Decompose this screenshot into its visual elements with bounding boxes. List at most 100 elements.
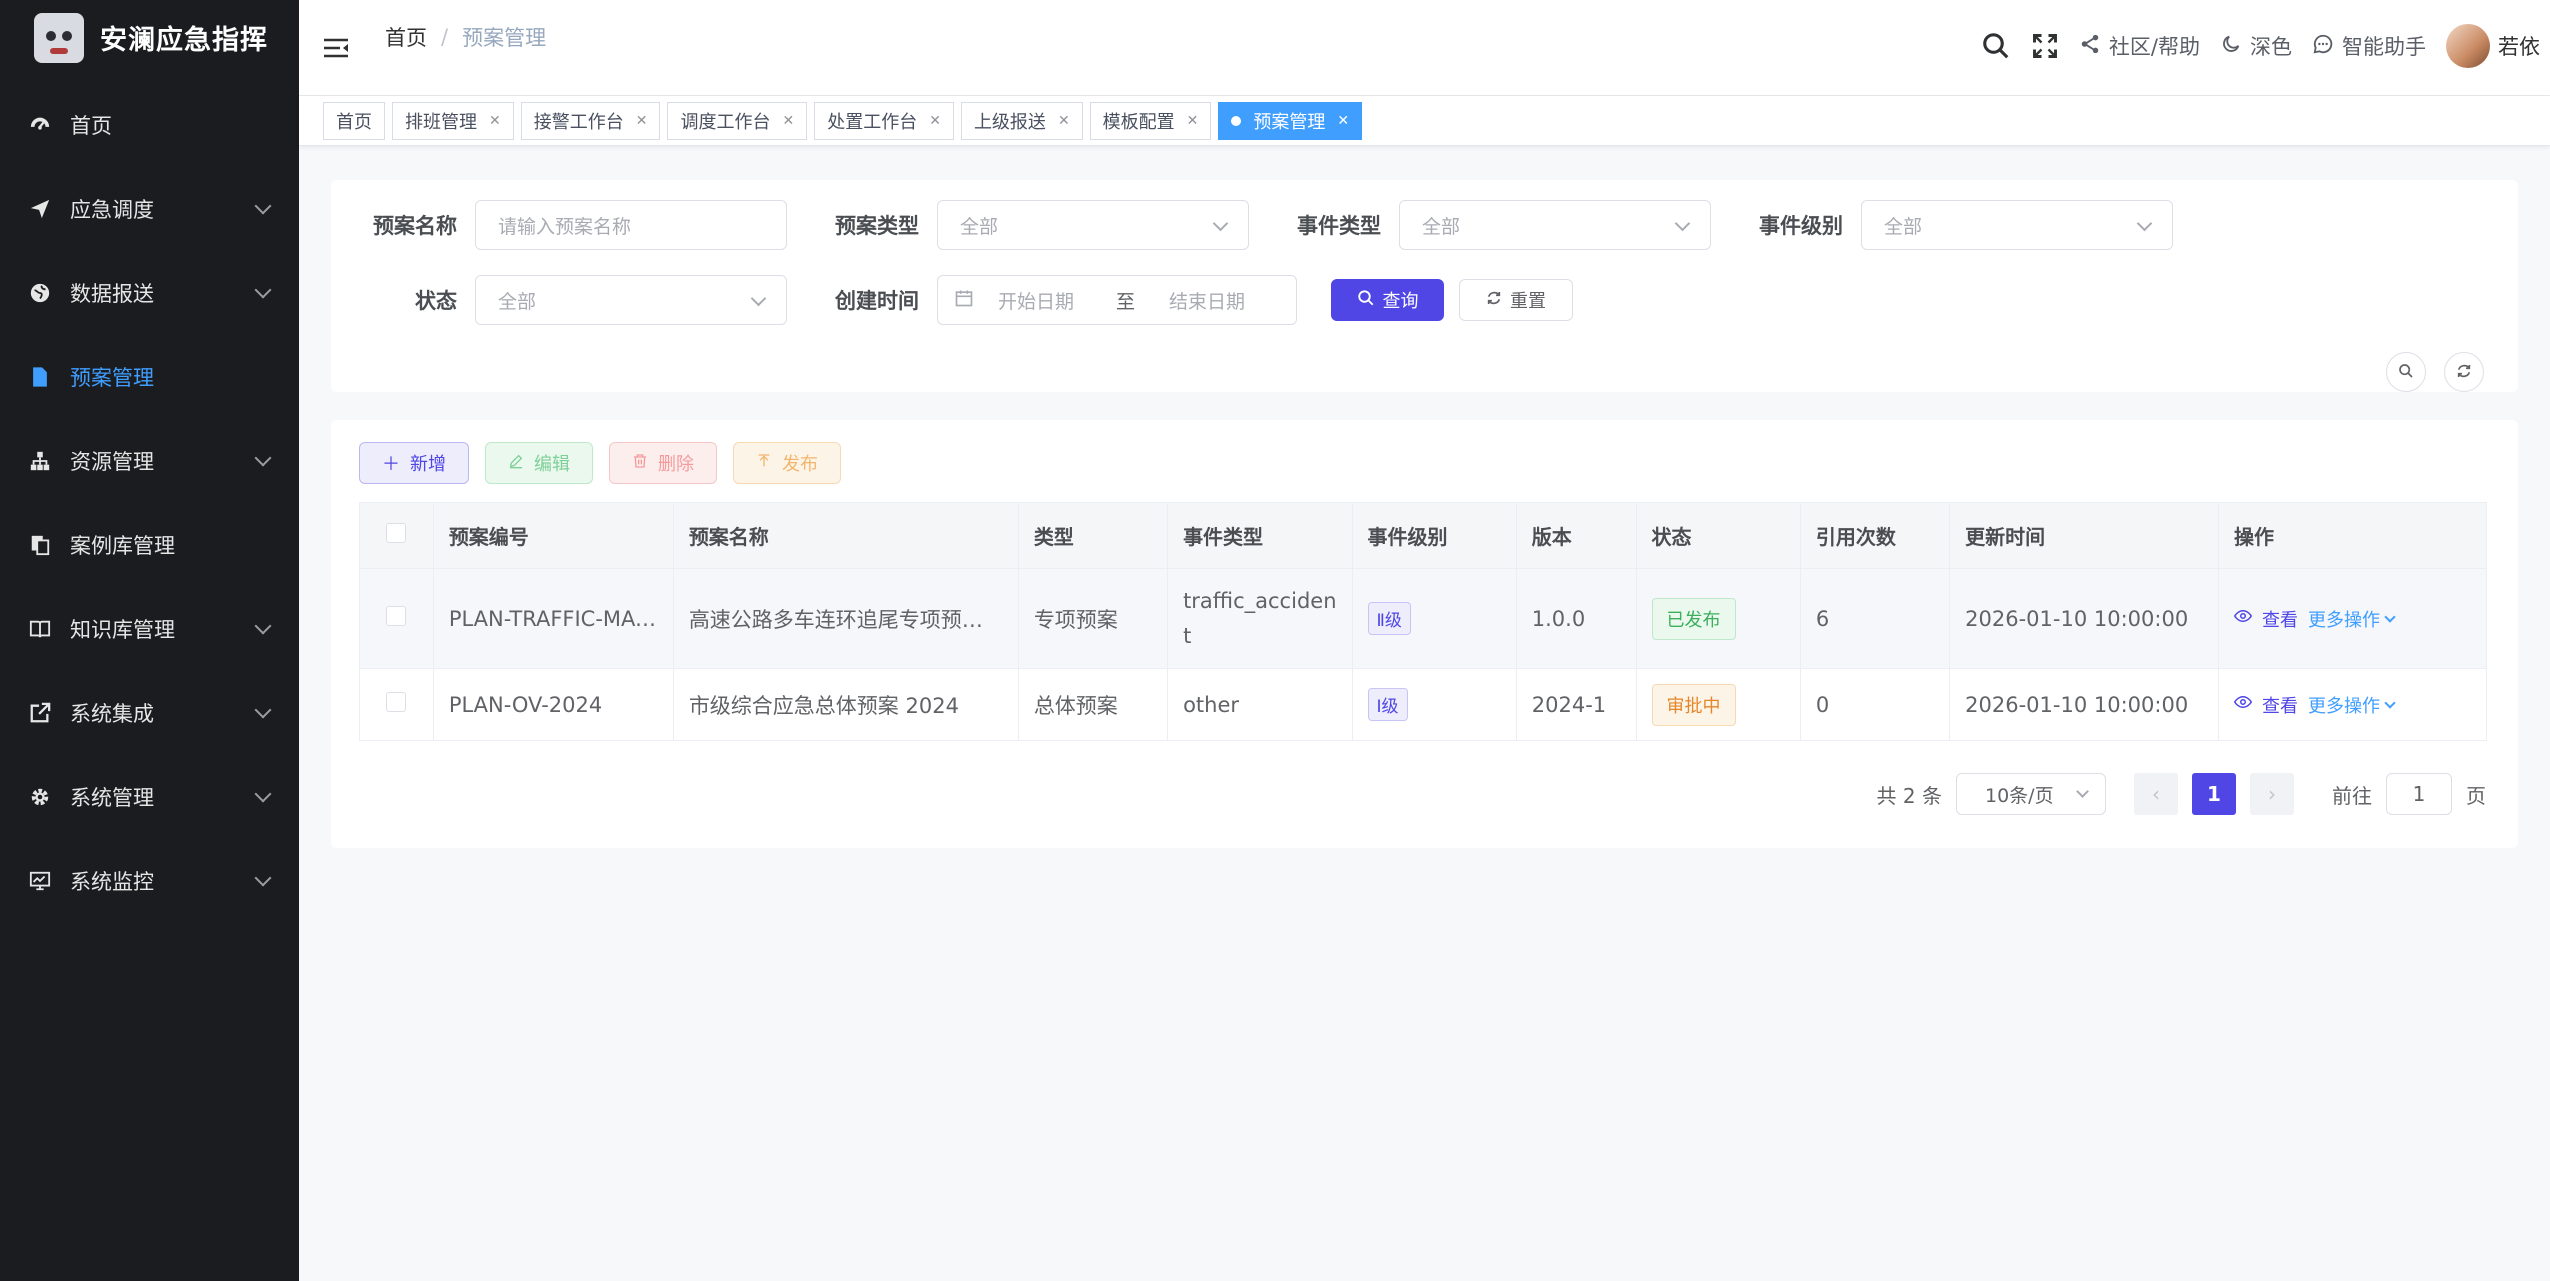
community-help-link[interactable]: 社区/帮助 (2079, 31, 2200, 61)
tab-plan-management[interactable]: 预案管理 ✕ (1218, 101, 1363, 140)
close-icon[interactable]: ✕ (1337, 113, 1349, 129)
book-icon (28, 617, 52, 641)
row-checkbox[interactable] (386, 606, 407, 626)
next-page-button[interactable]: › (2250, 773, 2294, 815)
sidebar-item-label: 案例库管理 (70, 534, 175, 558)
sidebar-item-resources[interactable]: 资源管理 (0, 419, 299, 503)
plan-name-cell: 市级综合应急总体预案 2024 (672, 668, 1019, 741)
add-button[interactable]: ＋ 新增 (359, 442, 469, 484)
page-size-select[interactable]: 10条/页 (1956, 773, 2106, 815)
row-select-cell (359, 668, 434, 741)
date-range-picker[interactable]: 开始日期 至 结束日期 (937, 275, 1297, 325)
select-all-checkbox[interactable] (386, 523, 407, 543)
event-level-select[interactable]: 全部 (1861, 200, 2173, 250)
column-header[interactable]: 状态 (1635, 502, 1801, 569)
goto-page-input[interactable]: 1 (2386, 773, 2452, 815)
search-form: 预案名称 请输入预案名称 预案类型 全部 事件类型 全部 事件级别 全部 状态 … (331, 180, 2518, 392)
plan-code-cell: PLAN-TRAFFIC-MA-... (432, 568, 674, 669)
column-header[interactable]: 预案名称 (672, 502, 1019, 569)
more-actions-dropdown[interactable]: 更多操作 (2308, 606, 2396, 632)
refresh-table-button[interactable] (2444, 352, 2484, 392)
close-icon[interactable]: ✕ (1187, 113, 1199, 129)
more-actions-dropdown[interactable]: 更多操作 (2308, 692, 2396, 718)
tab-label: 接警工作台 (533, 111, 624, 133)
query-button[interactable]: 查询 (1331, 279, 1444, 321)
tab-template-config[interactable]: 模板配置 ✕ (1089, 101, 1212, 140)
share-icon (2079, 33, 2101, 60)
plan-code-cell: PLAN-OV-2024 (432, 668, 674, 741)
app-logo (34, 12, 84, 63)
edit-button[interactable]: 编辑 (485, 442, 593, 484)
plan-name-input[interactable]: 请输入预案名称 (475, 200, 787, 250)
column-header[interactable]: 类型 (1017, 502, 1169, 569)
select-all-cell (359, 502, 434, 569)
tab-scheduling[interactable]: 排班管理 ✕ (392, 101, 514, 140)
reset-button[interactable]: 重置 (1459, 279, 1573, 321)
search-icon[interactable] (1981, 31, 2011, 61)
sidebar-item-label: 预案管理 (70, 366, 154, 390)
column-header[interactable]: 引用次数 (1799, 502, 1951, 569)
sidebar-item-data-report[interactable]: 数据报送 (0, 251, 299, 335)
breadcrumb-home[interactable]: 首页 (385, 22, 427, 52)
prev-page-button[interactable]: ‹ (2134, 773, 2178, 815)
sidebar-item-system-monitor[interactable]: 系统监控 (0, 839, 299, 923)
tab-superior-report[interactable]: 上级报送 ✕ (960, 101, 1083, 140)
tab-dispatch-desk[interactable]: 调度工作台 ✕ (667, 101, 808, 140)
sidebar-item-plan-management[interactable]: 预案管理 (0, 335, 299, 419)
tab-handling-desk[interactable]: 处置工作台 ✕ (814, 101, 954, 140)
reset-label: 重置 (1510, 291, 1546, 312)
sidebar-item-case-library[interactable]: 案例库管理 (0, 503, 299, 587)
community-help-label: 社区/帮助 (2108, 35, 2200, 59)
event-type-select[interactable]: 全部 (1399, 200, 1711, 250)
table-row[interactable]: PLAN-TRAFFIC-MA-... 高速公路多车连环追尾专项预案... 专项… (359, 568, 2487, 669)
tab-alarm-desk[interactable]: 接警工作台 ✕ (520, 101, 661, 140)
brand[interactable]: 安澜应急指挥 (0, 0, 299, 75)
column-header[interactable]: 事件级别 (1351, 502, 1517, 569)
sidebar-item-label: 应急调度 (70, 198, 154, 222)
plan-type-select[interactable]: 全部 (937, 200, 1249, 250)
sidebar-item-dispatch[interactable]: 应急调度 (0, 167, 299, 251)
avatar[interactable] (2446, 24, 2490, 68)
page-number-current[interactable]: 1 (2192, 773, 2236, 815)
end-date-placeholder[interactable]: 结束日期 (1169, 287, 1245, 314)
status-cell: 已发布 (1635, 568, 1801, 669)
assistant-button[interactable]: 智能助手 (2312, 31, 2426, 61)
start-date-placeholder[interactable]: 开始日期 (998, 287, 1074, 314)
dashboard-icon (28, 113, 52, 137)
view-icon[interactable] (2233, 607, 2253, 630)
sidebar-item-home[interactable]: 首页 (0, 83, 299, 167)
toggle-search-button[interactable] (2386, 352, 2426, 392)
delete-button[interactable]: 删除 (609, 442, 717, 484)
upload-icon (756, 453, 772, 474)
sidebar-item-system-integration[interactable]: 系统集成 (0, 671, 299, 755)
theme-toggle[interactable]: 深色 (2220, 31, 2292, 61)
close-icon[interactable]: ✕ (782, 113, 794, 129)
active-dot-icon (1231, 115, 1242, 126)
close-icon[interactable]: ✕ (636, 113, 648, 129)
column-header[interactable]: 更新时间 (1949, 502, 2220, 569)
reference-count-cell: 0 (1799, 668, 1951, 741)
sidebar-menu: 首页 应急调度 数据报送 预案管理 资源管理 案例库管理 知识库管理 系统集成 … (0, 83, 299, 923)
column-header[interactable]: 版本 (1515, 502, 1637, 569)
view-button[interactable]: 查看 (2262, 606, 2298, 632)
close-icon[interactable]: ✕ (929, 113, 941, 129)
table-row[interactable]: PLAN-OV-2024 市级综合应急总体预案 2024 总体预案 other … (359, 668, 2487, 741)
updated-time-cell: 2026-01-10 10:00:00 (1949, 668, 2220, 741)
column-header[interactable]: 预案编号 (432, 502, 674, 569)
goto-suffix: 页 (2466, 783, 2486, 808)
add-label: 新增 (410, 454, 446, 475)
status-select[interactable]: 全部 (475, 275, 787, 325)
view-button[interactable]: 查看 (2262, 692, 2298, 718)
publish-button[interactable]: 发布 (733, 442, 841, 484)
sidebar-item-knowledge-base[interactable]: 知识库管理 (0, 587, 299, 671)
view-icon[interactable] (2233, 693, 2253, 716)
tab-home[interactable]: 首页 (323, 101, 385, 140)
column-header[interactable]: 事件类型 (1167, 502, 1353, 569)
close-icon[interactable]: ✕ (489, 113, 501, 129)
menu-toggle-icon[interactable] (323, 37, 349, 59)
close-icon[interactable]: ✕ (1058, 113, 1070, 129)
user-name[interactable]: 若依 (2498, 31, 2540, 61)
fullscreen-icon[interactable] (2031, 32, 2059, 60)
sidebar-item-system-management[interactable]: 系统管理 (0, 755, 299, 839)
row-checkbox[interactable] (386, 692, 407, 712)
